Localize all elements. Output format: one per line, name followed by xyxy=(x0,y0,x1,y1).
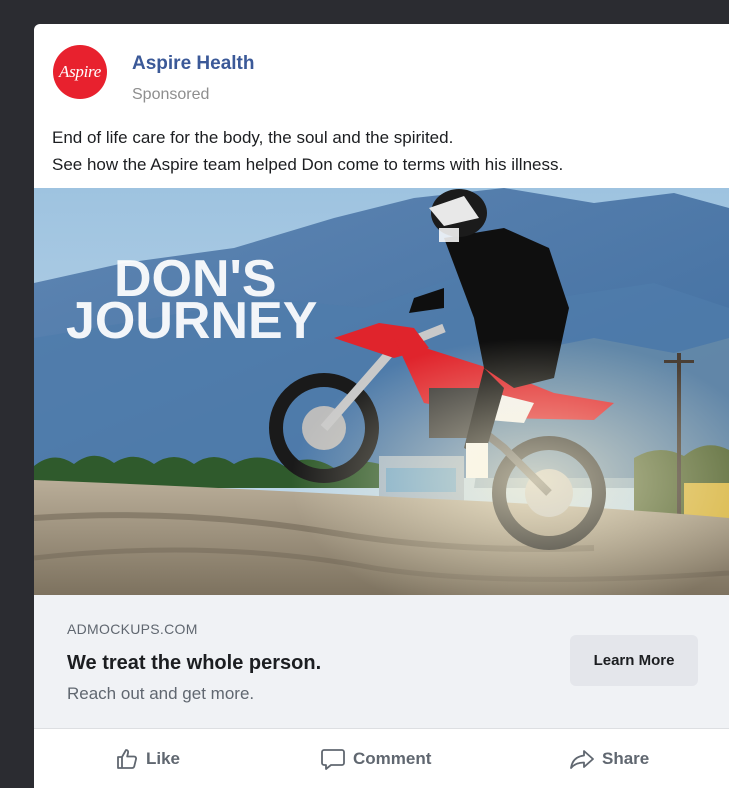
share-icon xyxy=(570,750,594,769)
like-button[interactable]: Like xyxy=(115,729,180,788)
sponsored-label: Sponsored xyxy=(132,86,210,103)
avatar[interactable]: Aspire xyxy=(53,45,107,99)
comment-icon xyxy=(321,749,345,770)
link-description: Reach out and get more. xyxy=(67,684,255,703)
ad-card: Aspire Aspire Health Sponsored End of li… xyxy=(34,24,729,788)
comment-label: Comment xyxy=(353,749,432,768)
share-label: Share xyxy=(602,749,650,768)
page-name-link[interactable]: Aspire Health xyxy=(132,53,254,75)
avatar-logo-text: Aspire xyxy=(59,62,101,81)
comment-button[interactable]: Comment xyxy=(320,729,431,788)
thumbs-up-icon xyxy=(117,749,137,769)
action-bar: Like Comment Share xyxy=(34,728,729,788)
post-text-line-1: End of life care for the body, the soul … xyxy=(52,128,454,147)
post-text-line-2: See how the Aspire team helped Don come … xyxy=(52,155,564,174)
link-headline: We treat the whole person. xyxy=(67,652,322,674)
link-domain: ADMOCKUPS.COM xyxy=(67,621,198,637)
overlay-title-line-2: JOURNEY xyxy=(66,292,317,350)
link-preview[interactable]: ADMOCKUPS.COM We treat the whole person.… xyxy=(34,595,729,728)
post-text: End of life care for the body, the soul … xyxy=(52,124,719,178)
post-header: Aspire Aspire Health Sponsored xyxy=(34,24,729,120)
like-label: Like xyxy=(146,749,181,768)
ad-image-graphic: DON'S JOURNEY xyxy=(34,188,729,595)
share-button[interactable]: Share xyxy=(569,729,649,788)
learn-more-button[interactable]: Learn More xyxy=(570,635,698,686)
ad-image[interactable]: DON'S JOURNEY xyxy=(34,188,729,595)
